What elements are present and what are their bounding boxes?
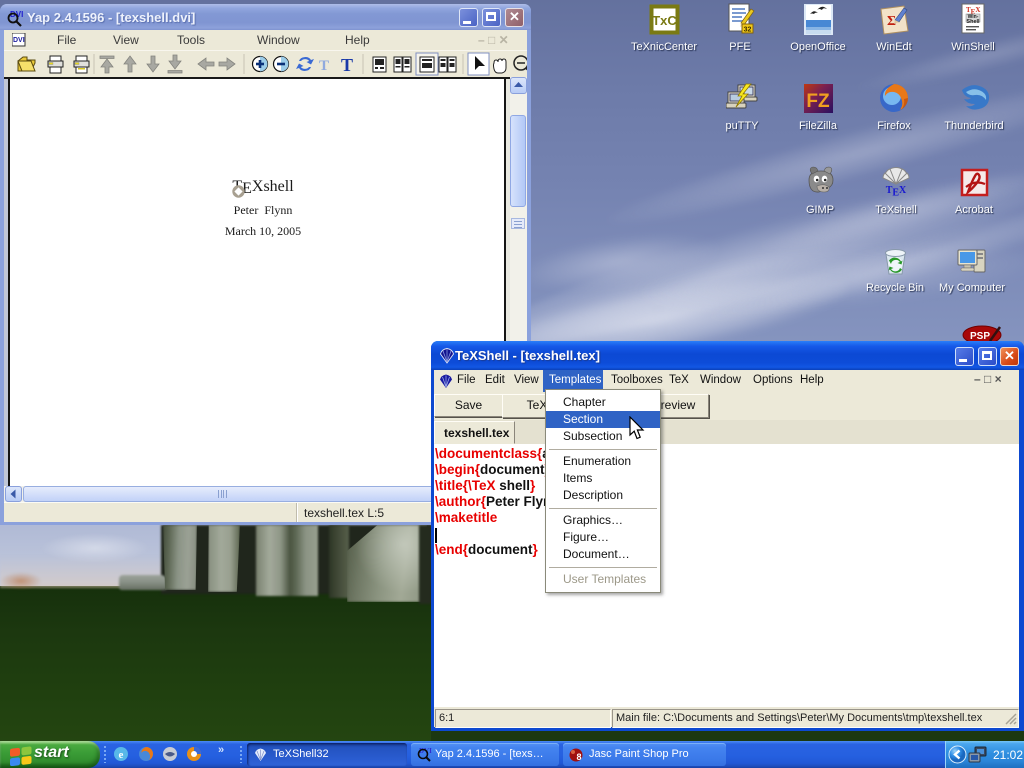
svg-text:T: T [341,55,353,75]
svg-text:8: 8 [576,752,581,762]
svg-text:e: e [119,749,124,761]
svg-text:T: T [319,58,329,74]
svg-text:Shell: Shell [966,19,980,25]
svg-text:32: 32 [743,27,751,34]
svg-text:FZ: FZ [806,91,830,112]
svg-text:DVI: DVI [13,37,25,44]
svg-text:TEX: TEX [885,185,906,199]
svg-text:TxC: TxC [652,13,677,28]
